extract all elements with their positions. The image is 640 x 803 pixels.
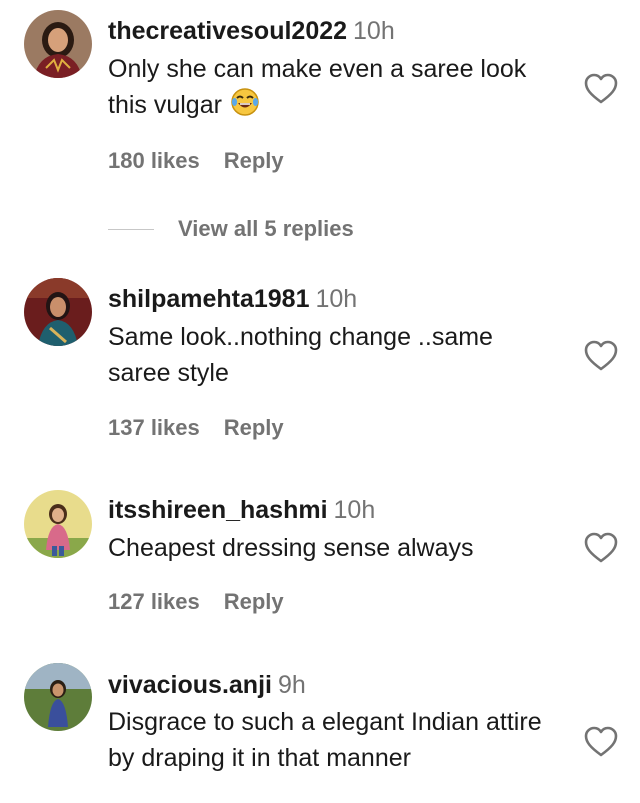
comment-text: Only she can make even a saree look this… xyxy=(108,51,568,127)
likes-count[interactable]: 180 likes xyxy=(108,148,200,173)
avatar[interactable] xyxy=(24,490,92,558)
comment-item: vivacious.anji 9h Disgrace to such a eleg… xyxy=(0,655,640,803)
reply-button[interactable]: Reply xyxy=(224,148,284,173)
comment-item: itsshireen_hashmi 10h Cheapest dressing s… xyxy=(0,482,640,642)
comment-header: shilpamehta1981 10h xyxy=(108,284,357,314)
reply-button[interactable]: Reply xyxy=(224,589,284,614)
comment-meta: 127 likes Reply xyxy=(108,589,284,615)
likes-count[interactable]: 137 likes xyxy=(108,415,200,440)
username[interactable]: shilpamehta1981 xyxy=(108,285,310,313)
username[interactable]: vivacious.anji xyxy=(108,671,272,699)
avatar[interactable] xyxy=(24,663,92,731)
comment-text-content: Only she can make even a saree look this… xyxy=(108,55,527,119)
timestamp[interactable]: 10h xyxy=(316,285,358,313)
comment-text: Same look..nothing change ..same saree s… xyxy=(108,319,558,391)
comment-item: thecreativesoul2022 10h Only she can make… xyxy=(0,0,640,260)
like-heart-icon[interactable] xyxy=(584,340,618,372)
comment-header: thecreativesoul2022 10h xyxy=(108,16,395,46)
comment-text-content: Disgrace to such a elegant Indian attire… xyxy=(108,708,542,772)
view-replies-button[interactable]: View all 5 replies xyxy=(108,214,354,244)
comment-text: Cheapest dressing sense always xyxy=(108,530,568,566)
timestamp[interactable]: 10h xyxy=(353,17,395,45)
comment-text-content: Cheapest dressing sense always xyxy=(108,534,474,562)
avatar[interactable] xyxy=(24,10,92,78)
comment-item: shilpamehta1981 10h Same look..nothing ch… xyxy=(0,270,640,470)
reply-button[interactable]: Reply xyxy=(224,415,284,440)
replies-divider xyxy=(108,228,154,230)
username[interactable]: itsshireen_hashmi xyxy=(108,496,328,524)
view-replies-label: View all 5 replies xyxy=(178,216,354,241)
username[interactable]: thecreativesoul2022 xyxy=(108,17,347,45)
comment-meta: 137 likes Reply xyxy=(108,415,284,441)
timestamp[interactable]: 9h xyxy=(278,671,306,699)
face-with-tears-of-joy-icon xyxy=(230,87,260,127)
comment-header: itsshireen_hashmi 10h xyxy=(108,495,375,525)
likes-count[interactable]: 127 likes xyxy=(108,589,200,614)
like-heart-icon[interactable] xyxy=(584,532,618,564)
comment-header: vivacious.anji 9h xyxy=(108,670,306,700)
comment-text: Disgrace to such a elegant Indian attire… xyxy=(108,704,558,776)
avatar[interactable] xyxy=(24,278,92,346)
comment-text-content: Same look..nothing change ..same saree s… xyxy=(108,323,493,387)
like-heart-icon[interactable] xyxy=(584,726,618,758)
like-heart-icon[interactable] xyxy=(584,73,618,105)
timestamp[interactable]: 10h xyxy=(334,496,376,524)
comment-meta: 180 likes Reply xyxy=(108,148,284,174)
